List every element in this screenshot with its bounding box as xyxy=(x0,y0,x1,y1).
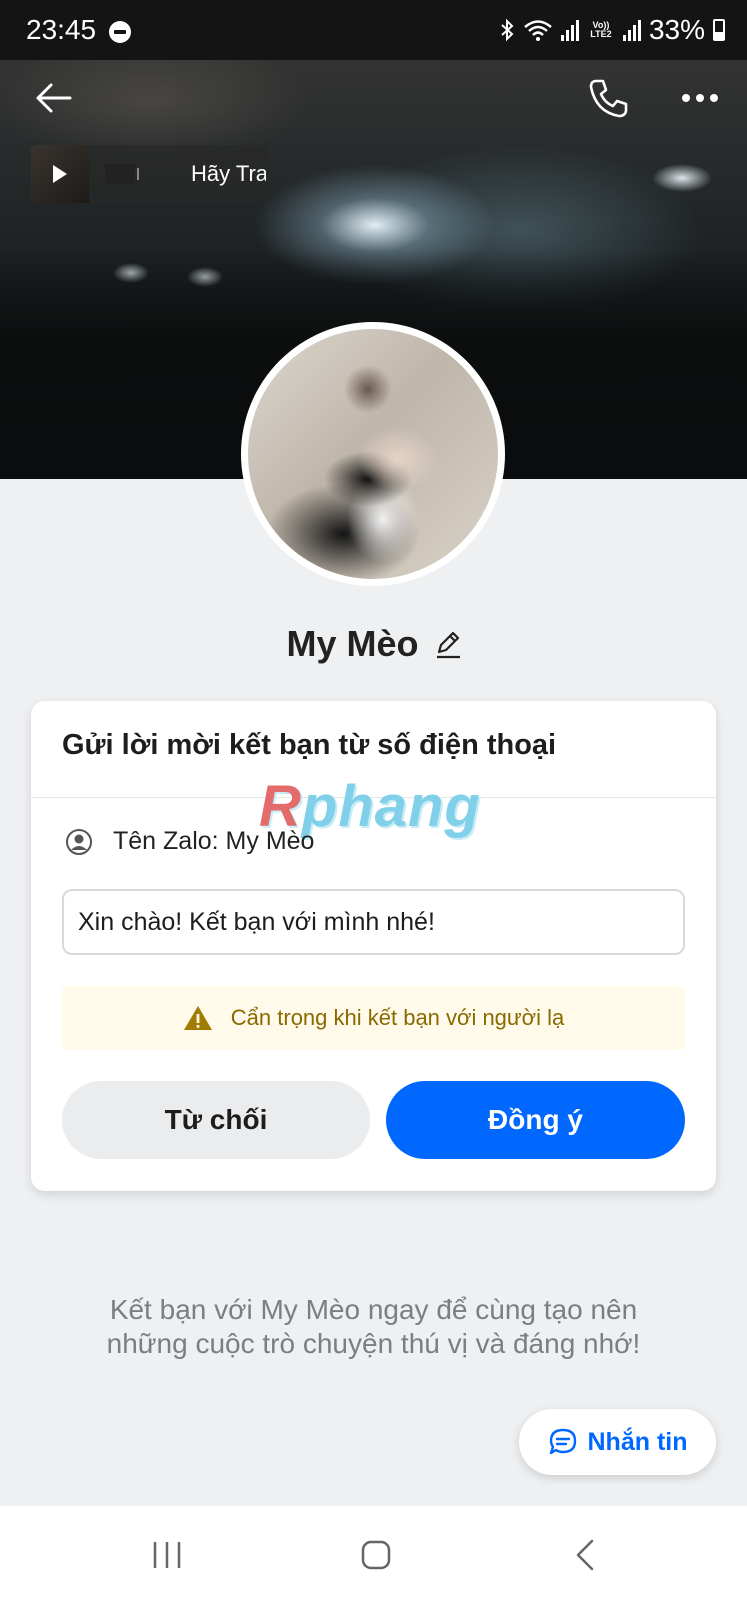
play-icon[interactable] xyxy=(53,165,67,183)
accept-button[interactable]: Đồng ý xyxy=(386,1081,685,1159)
status-icons: Vo)) LTE2 33% xyxy=(499,14,725,46)
signal-1-icon xyxy=(560,19,579,41)
do-not-disturb-icon xyxy=(109,21,131,43)
friend-suggestion-note: Kết bạn với My Mèo ngay để cùng tạo nên … xyxy=(0,1293,747,1361)
more-dots-icon[interactable] xyxy=(681,90,719,106)
music-title: Hãy Trao xyxy=(191,161,266,186)
greeting-message-input[interactable] xyxy=(62,889,685,955)
zalo-name-label: Tên Zalo: My Mèo xyxy=(113,827,315,855)
battery-percent: 33% xyxy=(648,14,705,45)
system-back-icon[interactable] xyxy=(574,1538,596,1572)
profile-name-row: My Mèo xyxy=(0,623,747,665)
home-icon[interactable] xyxy=(360,1539,392,1571)
system-navigation-bar xyxy=(0,1506,747,1600)
battery-icon xyxy=(713,19,725,41)
friend-request-card: Gửi lời mời kết bạn từ số điện thoại Rph… xyxy=(31,701,716,1191)
arrow-left-icon[interactable] xyxy=(34,78,74,118)
signal-2-icon xyxy=(622,19,641,41)
bluetooth-icon xyxy=(501,18,514,42)
wifi-icon xyxy=(524,20,552,41)
volte-badge: Vo)) LTE2 xyxy=(590,20,612,39)
profile-name: My Mèo xyxy=(286,623,419,664)
message-button-label: Nhắn tin xyxy=(587,1427,688,1456)
status-time: 23:45 xyxy=(26,14,97,45)
note-line-2: những cuộc trò chuyện thú vị và đáng nhớ… xyxy=(106,1328,641,1359)
card-title: Gửi lời mời kết bạn từ số điện thoại xyxy=(62,729,557,761)
chat-bubble-icon xyxy=(549,1428,576,1455)
decline-button[interactable]: Từ chối xyxy=(62,1081,370,1159)
avatar[interactable] xyxy=(241,322,505,586)
warning-triangle-icon xyxy=(183,1006,212,1030)
status-bar: 23:45 Vo)) LTE2 33% xyxy=(0,0,747,60)
note-line-1: Kết bạn với My Mèo ngay để cùng tạo nên xyxy=(109,1294,638,1325)
stranger-warning: Cẩn trọng khi kết bạn với người lạ xyxy=(62,986,685,1050)
user-circle-icon xyxy=(66,828,92,855)
music-visualizer xyxy=(105,164,139,184)
recent-apps-icon[interactable] xyxy=(150,1540,184,1570)
warning-text: Cẩn trọng khi kết bạn với người lạ xyxy=(230,1005,565,1030)
message-button[interactable]: Nhắn tin xyxy=(519,1409,716,1475)
profile-music-chip[interactable]: Hãy Trao xyxy=(31,145,268,203)
album-thumbnail xyxy=(31,145,89,203)
zalo-name-row: Tên Zalo: My Mèo xyxy=(65,827,314,856)
avatar-image xyxy=(248,329,498,579)
pencil-edit-icon[interactable] xyxy=(435,629,461,659)
phone-icon[interactable] xyxy=(586,76,630,120)
